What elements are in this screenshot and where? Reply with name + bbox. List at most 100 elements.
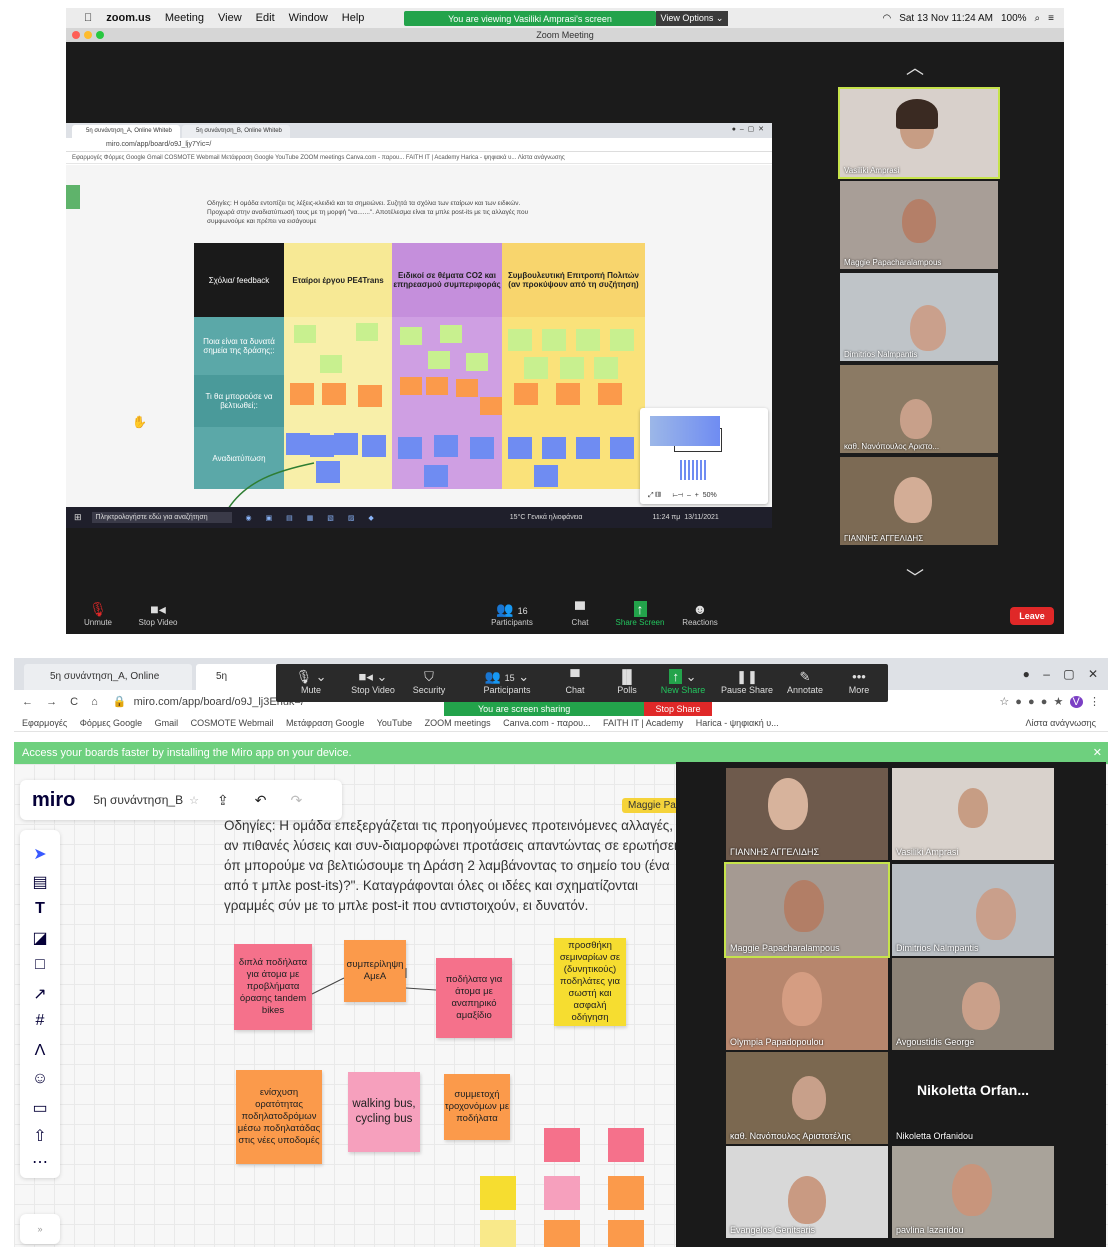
taskbar-apps-icon[interactable]: ◉ ▣ ▤ ▦ ▧ ▨ ◆ — [246, 514, 380, 522]
sticky-blue[interactable] — [398, 437, 422, 459]
stop-video-button[interactable]: ■◂ Stop Video — [128, 600, 188, 627]
sticky-blue[interactable] — [286, 433, 310, 455]
browser-tab-b[interactable]: 5η συνάντηση_B, Online Whiteb — [182, 125, 290, 138]
sticky-green[interactable] — [560, 357, 584, 379]
chat-button[interactable]: ▀ Chat — [550, 600, 610, 627]
sticky-note-pink[interactable]: ποδήλατα για άτομα με αναπηρικό αμαξίδιο — [436, 958, 512, 1038]
video-tile[interactable]: pavlina lazaridou — [892, 1146, 1054, 1238]
sticky-green[interactable] — [576, 329, 600, 351]
bookmark-faith[interactable]: FAITH IT | Academy — [603, 718, 683, 728]
annotate-button[interactable]: ✎ Annotate — [778, 668, 832, 695]
sticky-note-small[interactable] — [480, 1220, 516, 1247]
pen-icon[interactable]: Λ — [20, 1042, 60, 1060]
board-name[interactable]: 5η συνάντηση_B — [93, 793, 183, 807]
select-icon[interactable]: ➤ — [20, 844, 60, 864]
polls-button[interactable]: ▐▌ Polls — [600, 668, 654, 695]
menu-app[interactable]: zoom.us — [106, 12, 151, 24]
sticky-blue[interactable] — [610, 437, 634, 459]
sticky-green[interactable] — [466, 353, 488, 371]
sticky-blue[interactable] — [470, 437, 494, 459]
bookmark-reading-list[interactable]: Λίστα ανάγνωσης — [1025, 714, 1096, 732]
taskbar-date[interactable]: 13/11/2021 — [684, 514, 719, 521]
sticky-orange[interactable] — [514, 383, 538, 405]
sticky-blue[interactable] — [434, 435, 458, 457]
menu-help[interactable]: Help — [342, 12, 365, 24]
sticky-orange[interactable] — [556, 383, 580, 405]
leave-button[interactable]: Leave — [1010, 607, 1054, 625]
address-bar[interactable]: miro.com/app/board/o9J_ljy7Yic=/ — [66, 138, 772, 152]
templates-icon[interactable]: ▤ — [20, 872, 60, 892]
sticky-blue[interactable] — [310, 435, 334, 457]
emoji-icon[interactable]: ☺ — [20, 1070, 60, 1088]
miro-install-banner[interactable]: Access your boards faster by installing … — [14, 742, 1108, 764]
fullscreen-window-dot[interactable] — [96, 31, 104, 39]
control-center-icon[interactable]: ≡ — [1048, 13, 1054, 24]
security-button[interactable]: ⛉ Security — [402, 668, 456, 695]
menu-edit[interactable]: Edit — [256, 12, 275, 24]
sticky-green[interactable] — [610, 329, 634, 351]
sticky-blue[interactable] — [508, 437, 532, 459]
sticky-orange[interactable] — [400, 377, 422, 395]
search-icon[interactable]: ⌕ — [1035, 13, 1041, 24]
sticky-blue[interactable] — [534, 465, 558, 487]
video-tile[interactable]: καθ. Νανόπουλος Αριστοτέλης — [726, 1052, 888, 1144]
miro-logo[interactable]: miro — [32, 789, 75, 812]
bookmark-youtube[interactable]: YouTube — [377, 718, 412, 728]
video-tile[interactable]: Vasiliki Amprasi — [892, 768, 1054, 860]
sticky-orange[interactable] — [426, 377, 448, 395]
video-tile[interactable]: ΓΙΑΝΝΗΣ ΑΓΓΕΛΙΔΗΣ — [840, 457, 998, 545]
unmute-button[interactable]: 🎙 Unmute — [68, 600, 128, 627]
battery-level[interactable]: 100% — [1001, 13, 1027, 24]
sticky-note-orange[interactable]: συμμετοχή τροχονόμων με ποδήλατα — [444, 1074, 510, 1140]
browser-tab-a[interactable]: 5η συνάντηση_A, Online Whiteb — [24, 664, 192, 708]
taskbar-search[interactable]: Πληκτρολογήστε εδώ για αναζήτηση — [91, 512, 232, 523]
home-icon[interactable]: ⌂ — [91, 696, 98, 708]
sticky-green[interactable] — [356, 323, 378, 341]
video-tile[interactable]: Dimitrios Nalmpantis — [840, 273, 998, 361]
sticky-blue[interactable] — [316, 461, 340, 483]
text-icon[interactable]: T — [20, 900, 60, 918]
video-tile[interactable]: Nikoletta Orfan... Nikoletta Orfanidou — [892, 1052, 1054, 1144]
sticky-orange[interactable] — [480, 397, 502, 415]
bookmark-cosmote[interactable]: COSMOTE Webmail — [191, 718, 274, 728]
connection-line-icon[interactable]: ↗ — [20, 984, 60, 1004]
close-window-dot[interactable] — [72, 31, 80, 39]
menu-window[interactable]: Window — [289, 12, 328, 24]
video-tile[interactable]: καθ. Νανόπουλος Αριστο... — [840, 365, 998, 453]
reload-icon[interactable]: C — [70, 696, 78, 708]
board-minimap[interactable]: ⤢ ▥ ⊢⊣ – + 50% — [640, 408, 768, 504]
pause-share-button[interactable]: ❚❚ Pause Share — [720, 668, 774, 695]
sticky-orange[interactable] — [290, 383, 314, 405]
sticky-note-pink[interactable]: walking bus, cycling bus — [348, 1072, 420, 1152]
sticky-note-orange[interactable]: ενίσχυση ορατότητας ποδηλατοδρόμων μέσω … — [236, 1070, 322, 1164]
mute-button[interactable]: 🎙 ⌄ Mute — [284, 668, 338, 695]
video-tile[interactable]: Maggie Papacharalampous — [840, 181, 998, 269]
stop-share-button[interactable]: Stop Share — [644, 702, 712, 716]
menu-view[interactable]: View — [218, 12, 242, 24]
bookmark-canva[interactable]: Canva.com - παρου... — [503, 718, 590, 728]
sticky-note-yellow[interactable]: προσθήκη σεμιναρίων σε (δυνητικούς) ποδη… — [554, 938, 626, 1026]
video-tile[interactable]: Vasiliki Amprasi — [838, 87, 1000, 179]
reactions-button[interactable]: ☻ Reactions — [670, 600, 730, 627]
video-tile[interactable]: Evangelos Genitsaris — [726, 1146, 888, 1238]
close-icon[interactable]: ✕ — [1093, 742, 1102, 764]
undo-icon[interactable]: ↶ — [255, 792, 267, 809]
menu-meeting[interactable]: Meeting — [165, 12, 204, 24]
chat-button[interactable]: ▀ Chat — [548, 668, 602, 695]
windows-start-icon[interactable]: ⊞ — [74, 512, 82, 523]
window-controls-icon[interactable]: ● – ▢ ✕ — [732, 125, 764, 133]
video-tile[interactable]: ΓΙΑΝΝΗΣ ΑΓΓΕΛΙΔΗΣ — [726, 768, 888, 860]
sticky-note-small[interactable] — [544, 1128, 580, 1162]
bookmark-apps[interactable]: Εφαρμογές — [22, 718, 67, 728]
menubar-datetime[interactable]: Sat 13 Nov 11:24 AM — [899, 13, 993, 24]
more-button[interactable]: ••• More — [832, 668, 886, 695]
bookmarks-bar[interactable]: Εφαρμογές Φόρμες Google Gmail COSMOTE We… — [66, 152, 772, 164]
back-icon[interactable]: ← — [22, 696, 33, 708]
sticky-orange[interactable] — [322, 383, 346, 405]
sticky-blue[interactable] — [542, 437, 566, 459]
sticky-green[interactable] — [320, 355, 342, 373]
share-screen-button[interactable]: ↑ Share Screen — [610, 600, 670, 627]
apple-icon[interactable]:  — [84, 12, 92, 24]
sticky-green[interactable] — [294, 325, 316, 343]
taskbar-time[interactable]: 11:24 πμ — [652, 514, 680, 521]
